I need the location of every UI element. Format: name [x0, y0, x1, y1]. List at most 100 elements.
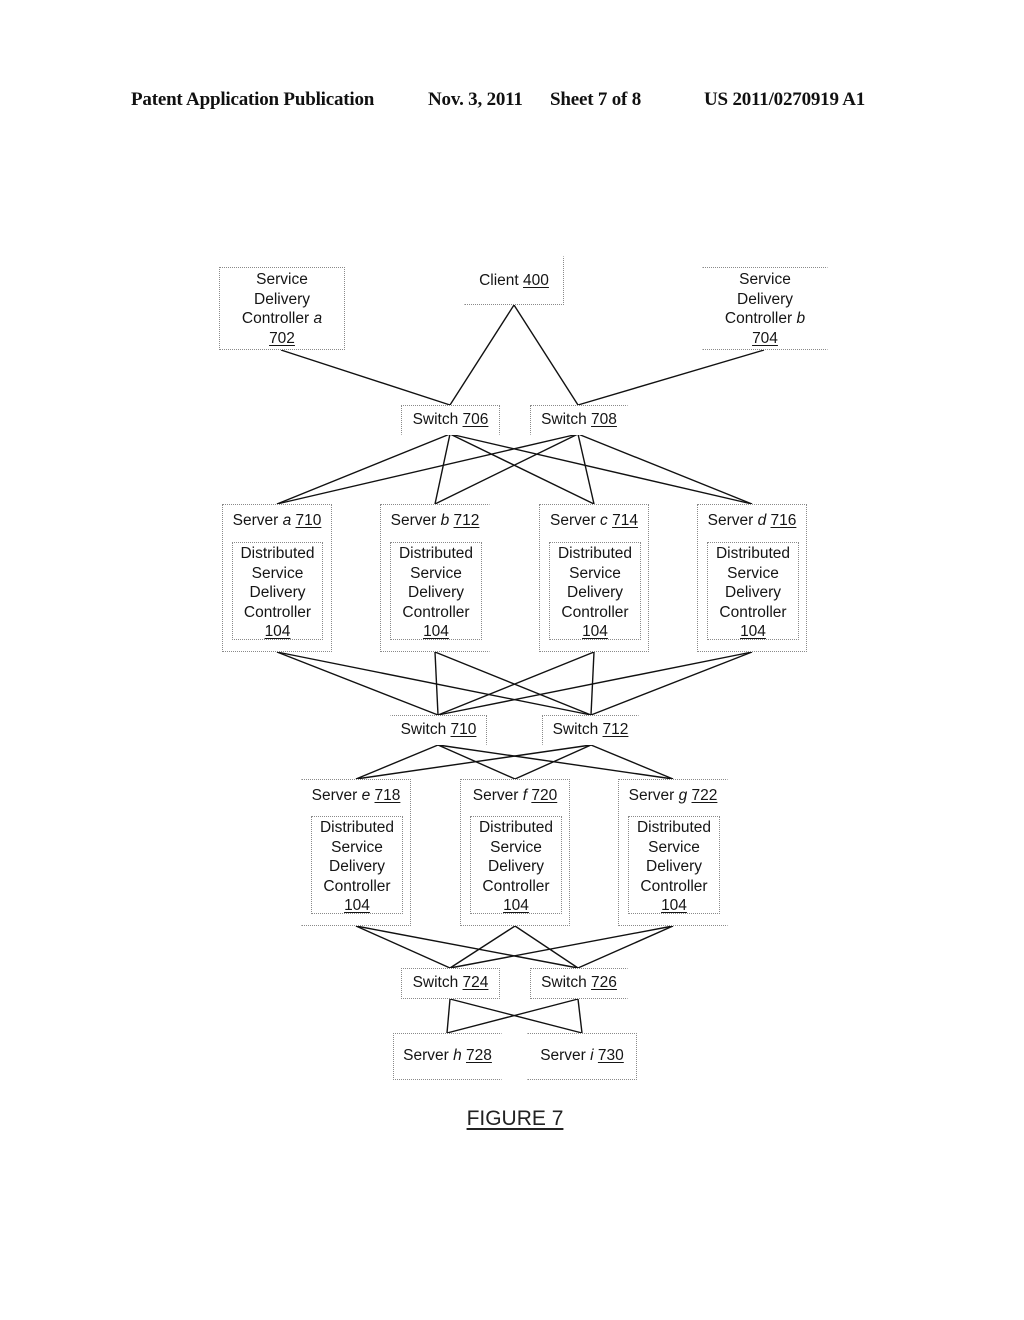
node-text: Service — [739, 271, 791, 288]
edge-srv_d-sw712 — [590, 651, 753, 716]
service-delivery-controller-b: Service Delivery Controller b 704 — [702, 267, 828, 350]
reference-number: 710 — [295, 512, 322, 529]
node-text: Server — [540, 1047, 586, 1064]
edge-srv_g-sw726 — [577, 925, 674, 969]
reference-number: 400 — [523, 272, 549, 289]
reference-number: 708 — [591, 411, 617, 428]
distributed-service-delivery-controller: Distributed Service Delivery Controller 104 — [311, 816, 403, 914]
server-c: Server c 714 Distributed Service Delivery C… — [539, 504, 649, 652]
node-text: Delivery — [249, 584, 306, 602]
reference-number: 702 — [269, 329, 295, 347]
distributed-service-delivery-controller: Distributed Service Delivery Controller 104 — [707, 542, 799, 640]
node-text: Client — [479, 272, 519, 289]
node-text: Controller — [724, 310, 793, 328]
edge-sw708-srv_b — [434, 433, 579, 505]
node-text: Service — [251, 564, 304, 582]
edge-sw724-srv_i — [449, 998, 583, 1034]
reference-number: 706 — [462, 411, 489, 428]
node-text: Server — [390, 512, 437, 529]
node-variant: b — [440, 512, 450, 529]
node-text: Service — [727, 564, 779, 582]
edge-sdc_b-sw708 — [577, 349, 765, 406]
node-text: Server — [403, 1047, 449, 1064]
switch-706: Switch 706 — [401, 405, 500, 435]
reference-number: 104 — [582, 623, 608, 641]
node-text: Distributed — [715, 545, 791, 562]
node-text: Service — [648, 838, 700, 856]
reference-number: 104 — [661, 897, 687, 915]
node-text: Delivery — [567, 584, 623, 602]
node-text: Distributed — [478, 819, 554, 836]
edge-sw710-srv_e — [355, 744, 439, 780]
reference-number: 718 — [374, 787, 401, 804]
node-text: Server — [550, 512, 596, 529]
server-e: Server e 718 Distributed Service Delivery C… — [301, 779, 411, 926]
edge-srv_c-sw710 — [437, 651, 595, 716]
node-text: Delivery — [488, 858, 544, 876]
node-variant: i — [590, 1047, 594, 1064]
service-delivery-controller-a: Service Delivery Controller a 702 — [219, 267, 345, 350]
node-text: Distributed — [636, 819, 712, 836]
switch-708: Switch 708 — [530, 405, 628, 435]
edge-client-sw708 — [513, 304, 579, 406]
node-text: Controller — [243, 603, 312, 621]
edge-client-sw706 — [449, 304, 515, 406]
server-b: Server b 712 Distributed Service Delivery C… — [380, 504, 490, 652]
reference-number: 728 — [466, 1047, 492, 1064]
node-text: Controller — [640, 877, 708, 895]
node-text: Controller — [561, 603, 629, 621]
edge-sw708-srv_a — [276, 433, 579, 505]
distributed-service-delivery-controller: Distributed Service Delivery Controller 104 — [470, 816, 562, 914]
reference-number: 104 — [264, 623, 291, 641]
edge-srv_d-sw710 — [437, 651, 753, 716]
node-text: Delivery — [646, 858, 702, 876]
node-text: Controller — [719, 603, 787, 621]
reference-number: 720 — [531, 787, 558, 804]
edge-sw726-srv_i — [577, 998, 583, 1034]
figure-caption: FIGURE 7 — [466, 1107, 564, 1130]
node-text: Switch — [400, 721, 447, 738]
node-text: Controller — [402, 603, 470, 621]
node-text: Delivery — [329, 858, 385, 876]
node-text: Delivery — [254, 290, 310, 308]
node-variant: e — [361, 787, 371, 804]
switch-724: Switch 724 — [401, 968, 500, 999]
node-text: Controller — [241, 310, 310, 328]
distributed-service-delivery-controller: Distributed Service Delivery Controller 104 — [390, 542, 482, 640]
node-text: Switch — [412, 974, 459, 991]
reference-number: 730 — [597, 1047, 624, 1064]
distributed-service-delivery-controller: Distributed Service Delivery Controller 104 — [232, 542, 323, 640]
reference-number: 726 — [591, 974, 617, 991]
reference-number: 724 — [462, 974, 489, 991]
node-text: Server — [707, 512, 754, 529]
reference-number: 716 — [770, 512, 797, 529]
node-text: Service — [490, 838, 542, 856]
switch-710: Switch 710 — [390, 715, 487, 745]
edge-sw706-srv_b — [434, 433, 451, 505]
reference-number: 712 — [453, 512, 480, 529]
distributed-service-delivery-controller: Distributed Service Delivery Controller 104 — [549, 542, 641, 640]
node-text: Distributed — [557, 545, 633, 562]
node-text: Switch — [552, 721, 599, 738]
node-variant: a — [282, 512, 292, 529]
node-text: Switch — [541, 411, 587, 428]
server-h: Server h 728 — [393, 1033, 502, 1080]
node-variant: g — [678, 787, 688, 804]
edge-sw706-srv_c — [449, 433, 595, 505]
node-text: Distributed — [240, 545, 315, 562]
edge-sw724-srv_h — [446, 998, 451, 1034]
reference-number: 710 — [450, 721, 477, 738]
node-text: Switch — [541, 974, 587, 991]
switch-726: Switch 726 — [530, 968, 628, 999]
node-text: Server — [472, 787, 519, 804]
edge-sw726-srv_h — [446, 998, 579, 1034]
edge-sw706-srv_a — [276, 433, 451, 505]
server-g: Server g 722 Distributed Service Delivery C… — [618, 779, 728, 926]
server-f: Server f 720 Distributed Service Delivery C… — [460, 779, 570, 926]
edge-sdc_a-sw706 — [280, 349, 451, 406]
node-text: Service — [569, 564, 621, 582]
node-variant: d — [757, 512, 767, 529]
node-text: Distributed — [319, 819, 395, 836]
edge-srv_a-sw712 — [276, 651, 592, 716]
server-i: Server i 730 — [527, 1033, 637, 1080]
